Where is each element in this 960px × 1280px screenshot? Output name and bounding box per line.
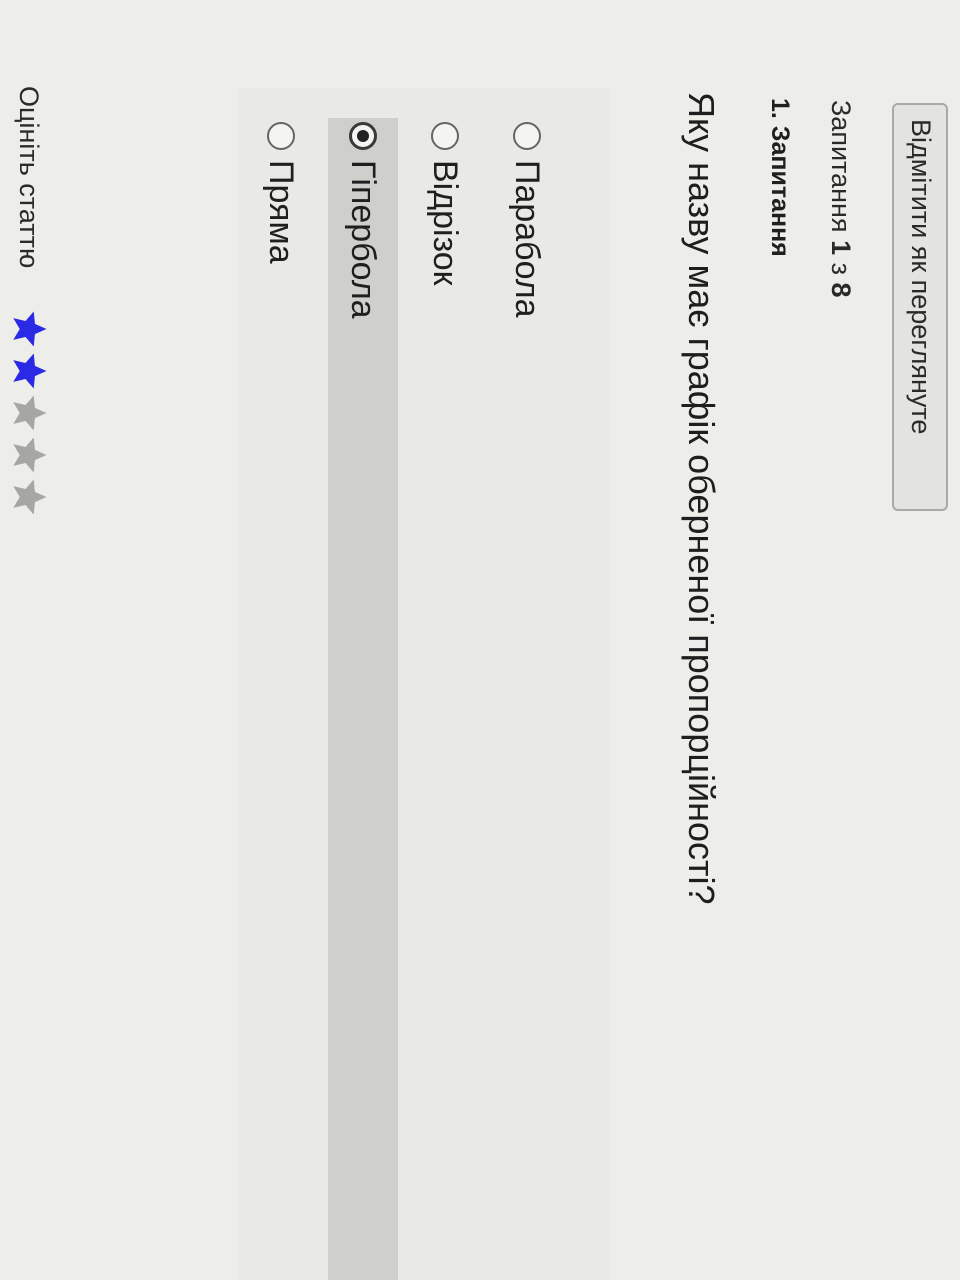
counter-separator: з: [826, 262, 856, 276]
radio-icon[interactable]: [431, 122, 459, 150]
star-empty-icon[interactable]: [8, 392, 50, 434]
quiz-page: Відмітити як переглянуте Запитання 1 з 8…: [0, 0, 960, 1280]
option-label: Гіпербола: [344, 160, 383, 319]
radio-icon[interactable]: [513, 122, 541, 150]
option-label: Парабола: [508, 160, 547, 318]
mark-as-viewed-button[interactable]: Відмітити як переглянуте: [892, 103, 948, 511]
option-label: Пряма: [262, 160, 301, 264]
counter-total: 8: [826, 282, 856, 298]
radio-dot: [357, 130, 369, 142]
option-line[interactable]: Пряма: [246, 118, 316, 1280]
counter-prefix: Запитання: [826, 100, 856, 233]
counter-current: 1: [826, 240, 856, 256]
rating-stars: [8, 308, 50, 518]
star-empty-icon[interactable]: [8, 476, 50, 518]
article-rating: Оцініть статтю: [8, 86, 50, 518]
radio-selected-icon[interactable]: [349, 122, 377, 150]
option-parabola[interactable]: Парабола: [492, 118, 562, 1280]
star-filled-icon[interactable]: [8, 308, 50, 350]
question-label: 1. Запитання: [766, 98, 794, 257]
option-label: Відрізок: [426, 160, 465, 286]
option-hyperbola[interactable]: Гіпербола: [328, 118, 398, 1280]
question-counter: Запитання 1 з 8: [825, 100, 856, 298]
radio-icon[interactable]: [267, 122, 295, 150]
star-filled-icon[interactable]: [8, 350, 50, 392]
question-text: Яку назву має графік оберненої пропорцій…: [681, 92, 722, 905]
rating-label: Оцініть статтю: [14, 86, 45, 269]
option-segment[interactable]: Відрізок: [410, 118, 480, 1280]
star-empty-icon[interactable]: [8, 434, 50, 476]
